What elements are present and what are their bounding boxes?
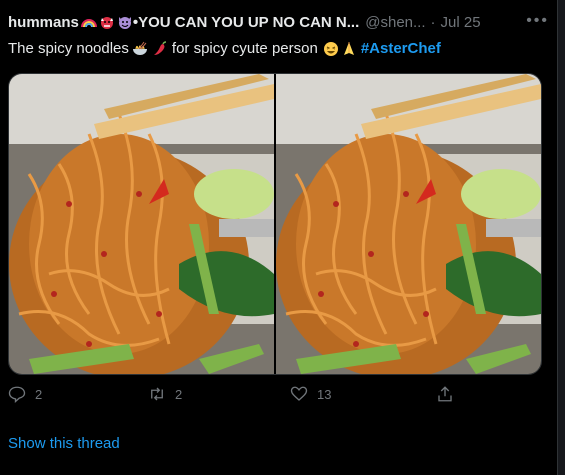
media-grid xyxy=(8,73,542,375)
display-name-suffix[interactable]: •YOU CAN YOU UP NO CAN N... xyxy=(133,14,359,31)
reply-count: 2 xyxy=(35,386,43,402)
reply-icon xyxy=(8,386,26,403)
smiling-devil-emoji-icon xyxy=(118,17,131,29)
show-thread-link[interactable]: Show this thread xyxy=(8,435,120,452)
more-dots-icon: ••• xyxy=(526,12,549,29)
more-options-button[interactable]: ••• xyxy=(526,12,549,30)
noodle-bowl-emoji-icon xyxy=(132,41,147,55)
retweet-icon xyxy=(151,387,163,401)
separator-dot: · xyxy=(430,13,436,31)
grinning-squinting-emoji-icon xyxy=(323,41,338,56)
noodles-photo-2[interactable] xyxy=(276,74,541,374)
tweet-actions: 2 2 13 xyxy=(8,385,548,409)
noodles-photo-image xyxy=(276,74,541,374)
tweet-text: The spicy noodles for spicy cyute person… xyxy=(8,40,441,57)
tweet-header: hummans •YOU CAN YOU UP NO CAN N... @she… xyxy=(8,10,481,34)
user-handle[interactable]: @shen... xyxy=(365,14,425,31)
window-edge xyxy=(557,0,565,475)
hot-pepper-emoji-icon xyxy=(153,40,166,55)
tweet-card[interactable]: hummans •YOU CAN YOU UP NO CAN N... @she… xyxy=(0,0,555,475)
like-button[interactable]: 13 xyxy=(290,385,331,403)
folded-hands-emoji-icon xyxy=(343,41,354,55)
noodles-photo-1[interactable] xyxy=(9,74,274,374)
retweet-button[interactable]: 2 xyxy=(148,385,182,403)
tweet-date[interactable]: Jul 25 xyxy=(441,14,481,31)
heart-icon xyxy=(290,386,308,401)
reply-button[interactable]: 2 xyxy=(8,385,42,403)
like-count: 13 xyxy=(317,386,332,402)
display-name[interactable]: hummans xyxy=(8,14,79,31)
rainbow-emoji-icon xyxy=(80,19,97,28)
share-button[interactable] xyxy=(436,385,463,403)
noodles-photo-image xyxy=(9,74,274,374)
tweet-text-part2: for spicy cyute person xyxy=(171,40,318,57)
hashtag-link[interactable]: #AsterChef xyxy=(361,40,441,57)
ogre-emoji-icon xyxy=(100,17,113,29)
retweet-count: 2 xyxy=(175,386,183,402)
share-icon xyxy=(438,386,452,402)
tweet-text-part1: The spicy noodles xyxy=(8,40,129,57)
